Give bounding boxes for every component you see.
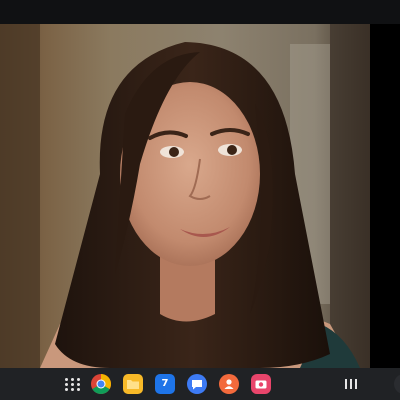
side-letterbox — [370, 24, 400, 368]
folder-icon[interactable] — [123, 374, 143, 394]
video-frame[interactable] — [0, 24, 370, 368]
recents-icon[interactable] — [345, 379, 359, 389]
messages-icon[interactable] — [187, 374, 207, 394]
calendar-icon[interactable]: 7 — [155, 374, 175, 394]
screen-recorder-icon[interactable] — [251, 374, 271, 394]
calendar-date: 7 — [161, 378, 169, 389]
edge-icon[interactable] — [394, 374, 400, 394]
video-still-image — [0, 24, 370, 368]
taskbar: 7 — [0, 368, 400, 400]
chrome-icon[interactable] — [91, 374, 111, 394]
contacts-icon[interactable] — [219, 374, 239, 394]
status-strip — [0, 0, 400, 24]
app-grid-icon[interactable] — [62, 374, 82, 394]
